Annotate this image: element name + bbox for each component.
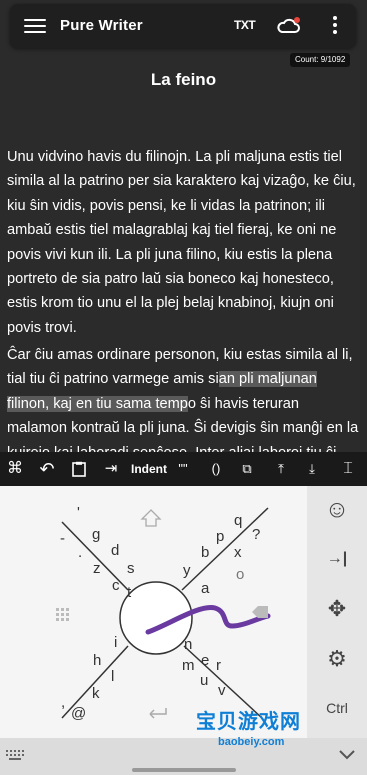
indent-button[interactable]: Indent [130,452,168,486]
key-u[interactable]: u [200,672,208,689]
text-cursor-icon[interactable]: ⌶ [337,452,359,486]
tab-icon[interactable]: →| [307,550,367,568]
editor-area[interactable]: Pure Writer TXT Count: 9/1092 La feino U… [0,0,367,452]
key-dot[interactable]: . [78,544,82,561]
txt-export-button[interactable]: TXT [234,18,256,32]
key-e[interactable]: e [201,652,209,669]
key-x[interactable]: x [234,544,242,561]
keyboard-gesture-lines [56,507,271,719]
go-bottom-icon[interactable]: ⤓ [303,452,321,486]
key-comma[interactable]: , [61,694,65,711]
key-y[interactable]: y [183,562,191,579]
key-r[interactable]: r [216,657,221,674]
clipboard-icon[interactable] [68,452,90,486]
copy-icon[interactable]: ⧉ [237,452,257,486]
hamburger-menu-icon[interactable] [24,16,46,36]
word-count-badge: Count: 9/1092 [290,53,351,67]
watermark-url: baobeiy.com [218,736,285,748]
key-question[interactable]: ? [252,526,260,543]
app-toolbar: Pure Writer TXT [10,4,356,48]
key-apostrophe[interactable]: ' [77,504,80,521]
key-minus[interactable]: - [60,530,65,547]
cloud-sync-icon[interactable] [276,15,302,37]
app-title: Pure Writer [60,17,143,34]
formatting-toolbar: ⌘ ↶ ⇥ Indent "" () ⧉ ⤒ ⤓ ⌶ [0,452,367,486]
navigation-bar [0,738,367,775]
key-o[interactable]: o [236,566,244,583]
keyboard-side-panel: ☺ →| ✥ ⚙ Ctrl [307,486,367,738]
emoji-icon[interactable]: ☺ [307,496,367,524]
key-i[interactable]: i [114,634,117,651]
key-p[interactable]: p [216,528,224,545]
quotes-button[interactable]: "" [174,452,192,486]
key-z[interactable]: z [93,560,101,577]
settings-icon[interactable]: ⚙ [307,646,367,672]
command-icon[interactable]: ⌘ [5,452,25,486]
watermark-text: 宝贝游戏网 [196,711,301,733]
key-d[interactable]: d [111,542,119,559]
ctrl-key[interactable]: Ctrl [307,700,367,716]
key-n[interactable]: n [184,636,192,653]
key-m[interactable]: m [182,657,195,674]
key-at[interactable]: @ [71,705,86,722]
home-indicator[interactable] [132,768,236,772]
more-options-icon[interactable] [332,16,338,36]
key-v[interactable]: v [218,682,226,699]
paragraph[interactable]: Unu vidvino havis du filinojn. La pli ma… [7,145,359,340]
key-q[interactable]: q [234,512,242,529]
undo-icon[interactable]: ↶ [36,452,58,486]
key-s[interactable]: s [127,560,135,577]
key-k[interactable]: k [92,685,100,702]
key-g[interactable]: g [92,526,100,543]
indent-icon[interactable]: ⇥ [102,452,120,486]
key-h[interactable]: h [93,652,101,669]
document-title[interactable]: La feino [0,70,367,90]
paragraph[interactable]: Ĉar ĉiu amas ordinare personon, kiu esta… [7,343,359,452]
key-c[interactable]: c [112,577,120,594]
go-top-icon[interactable]: ⤒ [272,452,290,486]
parentheses-button[interactable]: () [207,452,225,486]
keyboard-switch-icon[interactable] [6,750,26,762]
key-b[interactable]: b [201,544,209,561]
key-a[interactable]: a [201,580,209,597]
key-l[interactable]: l [111,668,114,685]
chevron-down-icon[interactable] [339,750,355,760]
move-cursor-icon[interactable]: ✥ [307,596,367,622]
key-t[interactable]: t [127,584,131,601]
